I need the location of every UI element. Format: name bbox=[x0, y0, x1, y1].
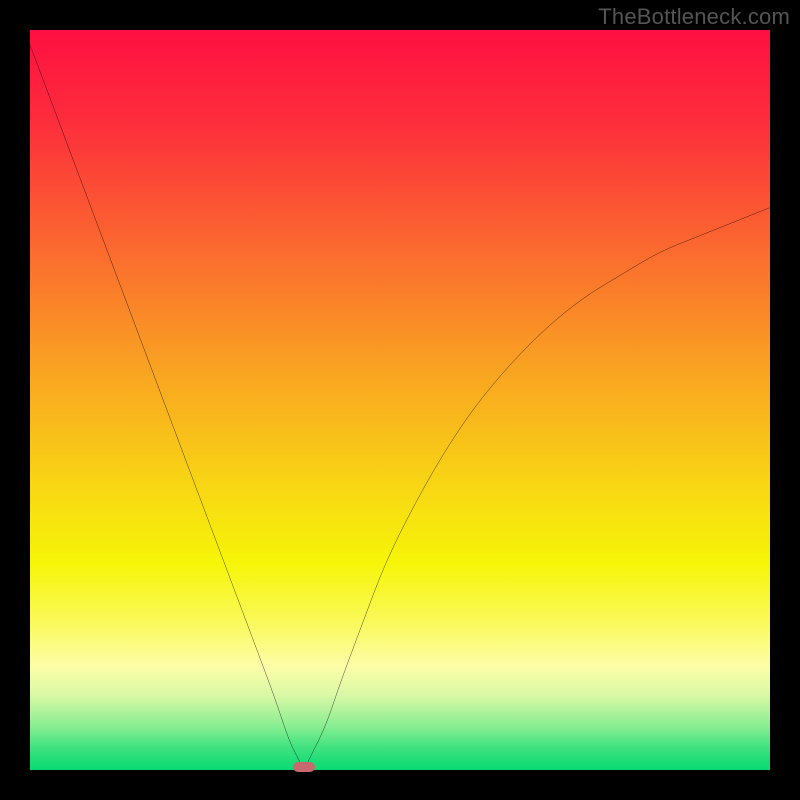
bottleneck-curve bbox=[30, 30, 770, 770]
watermark-text: TheBottleneck.com bbox=[598, 4, 790, 30]
chart-frame: TheBottleneck.com bbox=[0, 0, 800, 800]
plot-area bbox=[30, 30, 770, 770]
minimum-marker bbox=[293, 762, 315, 772]
